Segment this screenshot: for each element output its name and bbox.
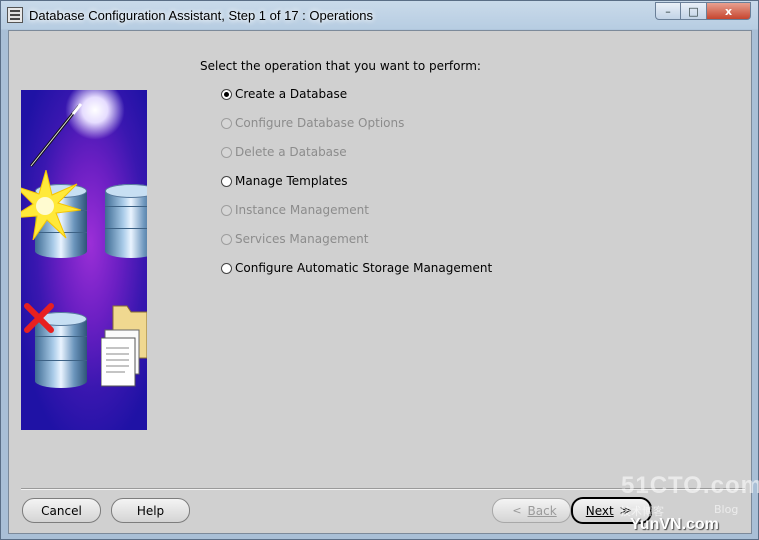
watermark-51cto: 51CTO.com [621,472,759,499]
minimize-button[interactable]: – [655,2,681,20]
database-cylinder-icon [105,184,147,258]
radio-disabled [221,117,232,129]
radio-unselected[interactable] [221,262,232,274]
option-manage-templates[interactable]: Manage Templates [221,173,348,189]
radio-disabled [221,204,232,216]
option-configure-asm[interactable]: Configure Automatic Storage Management [221,260,492,276]
back-arrow-icon: < [512,504,522,517]
dbca-window: Database Configuration Assistant, Step 1… [0,0,759,540]
option-label: Configure Automatic Storage Management [235,261,493,275]
watermark-yunvn: YunVN.com [630,516,719,533]
radio-selected[interactable] [221,88,232,100]
title-bar[interactable]: Database Configuration Assistant, Step 1… [1,1,758,30]
cancel-button[interactable]: Cancel [22,498,101,523]
maximize-button[interactable]: □ [681,2,707,20]
window-controls: – □ x [655,2,751,21]
window-title: Database Configuration Assistant, Step 1… [29,8,373,23]
option-services-management: Services Management [221,231,368,247]
magic-wand-icon [29,103,83,167]
radio-unselected[interactable] [221,175,232,187]
client-area: Select the operation that you want to pe… [8,30,752,534]
folder-documents-icon [101,305,147,387]
back-button: < Back [492,498,571,523]
option-create-database[interactable]: Create a Database [221,86,347,102]
next-label: Next [585,503,614,518]
operation-prompt: Select the operation that you want to pe… [200,59,481,73]
back-label: Back [527,503,557,518]
option-label: Configure Database Options [235,116,405,130]
option-delete-database: Delete a Database [221,144,347,160]
option-label: Instance Management [235,203,369,217]
option-instance-management: Instance Management [221,202,369,218]
radio-disabled [221,146,232,158]
option-label: Create a Database [235,87,348,101]
watermark-blog: Blog [714,503,739,516]
close-button[interactable]: x [707,2,751,20]
option-label: Delete a Database [235,145,347,159]
database-illustration [21,90,147,430]
radio-disabled [221,233,232,245]
help-button[interactable]: Help [111,498,190,523]
starburst-icon [21,170,81,240]
option-label: Manage Templates [235,174,348,188]
delete-x-icon [24,303,54,333]
app-icon [7,7,23,23]
option-label: Services Management [235,232,369,246]
option-configure-database-options: Configure Database Options [221,115,404,131]
